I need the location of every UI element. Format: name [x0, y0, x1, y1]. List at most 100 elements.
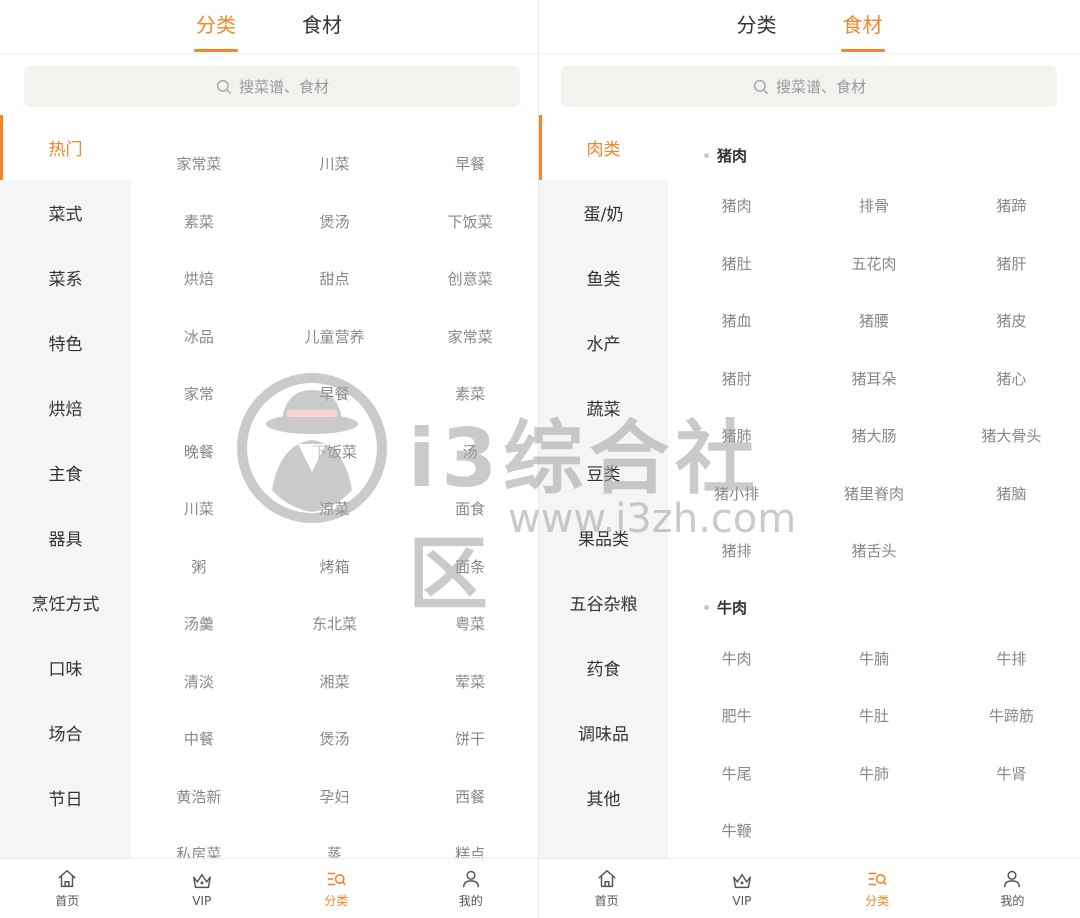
- category-item[interactable]: 煲汤: [267, 710, 403, 768]
- category-item[interactable]: 清淡: [131, 653, 267, 711]
- nav-item[interactable]: 我的: [404, 859, 539, 918]
- nav-item[interactable]: 分类: [810, 859, 945, 918]
- ingredient-item[interactable]: 猪肚: [668, 235, 805, 293]
- category-item[interactable]: 饼干: [402, 710, 538, 768]
- category-item[interactable]: 下饭菜: [402, 193, 538, 251]
- category-item[interactable]: 西餐: [402, 768, 538, 826]
- sidebar-item[interactable]: 调味品: [539, 700, 668, 765]
- ingredient-item[interactable]: 猪腰: [805, 292, 942, 350]
- sidebar-item[interactable]: 口味: [0, 635, 131, 700]
- ingredient-item[interactable]: 猪肺: [668, 407, 805, 465]
- category-item[interactable]: 东北菜: [267, 595, 403, 653]
- sidebar-item[interactable]: 蛋/奶: [539, 180, 668, 245]
- sidebar-item[interactable]: 烹饪方式: [0, 570, 131, 635]
- ingredient-item[interactable]: 猪肝: [943, 235, 1080, 293]
- ingredient-item[interactable]: 猪皮: [943, 292, 1080, 350]
- sidebar-item[interactable]: 肉类: [539, 115, 668, 180]
- ingredient-item[interactable]: 猪脑: [943, 465, 1080, 523]
- nav-item[interactable]: 首页: [0, 859, 135, 918]
- tab-ingredients[interactable]: 食材: [302, 0, 342, 53]
- sidebar-item[interactable]: 节日: [0, 765, 131, 830]
- sidebar-item[interactable]: 五谷杂粮: [539, 570, 668, 635]
- sidebar-item[interactable]: 热门: [0, 115, 131, 180]
- ingredient-item[interactable]: 猪心: [943, 350, 1080, 408]
- sidebar-item[interactable]: 场合: [0, 700, 131, 765]
- ingredient-item[interactable]: 猪耳朵: [805, 350, 942, 408]
- sidebar-item[interactable]: 菜系: [0, 245, 131, 310]
- nav-item[interactable]: VIP: [135, 859, 270, 918]
- ingredient-item[interactable]: 牛腩: [805, 630, 942, 688]
- ingredient-item[interactable]: 肥牛: [668, 687, 805, 745]
- category-item[interactable]: 川菜: [267, 135, 403, 193]
- tab-category[interactable]: 分类: [737, 0, 777, 53]
- tab-ingredients[interactable]: 食材: [840, 0, 885, 53]
- category-item[interactable]: 粤菜: [402, 595, 538, 653]
- sidebar-item[interactable]: 水产: [539, 310, 668, 375]
- ingredient-item[interactable]: 牛蹄筋: [943, 687, 1080, 745]
- category-item[interactable]: 川菜: [131, 480, 267, 538]
- sidebar-item[interactable]: 主食: [0, 440, 131, 505]
- ingredient-item[interactable]: 猪大肠: [805, 407, 942, 465]
- category-item[interactable]: 孕妇: [267, 768, 403, 826]
- ingredient-item[interactable]: 猪里脊肉: [805, 465, 942, 523]
- category-item[interactable]: 早餐: [402, 135, 538, 193]
- ingredient-item[interactable]: 牛排: [943, 630, 1080, 688]
- category-item[interactable]: 烘焙: [131, 250, 267, 308]
- sidebar-item[interactable]: 鱼类: [539, 245, 668, 310]
- sidebar-item[interactable]: 特色: [0, 310, 131, 375]
- category-item[interactable]: 家常菜: [402, 308, 538, 366]
- sidebar-item[interactable]: 蔬菜: [539, 375, 668, 440]
- category-item[interactable]: 糕点: [402, 825, 538, 858]
- ingredient-item[interactable]: 猪蹄: [943, 177, 1080, 235]
- ingredient-item[interactable]: 牛尾: [668, 745, 805, 803]
- sidebar-item[interactable]: 药食: [539, 635, 668, 700]
- sidebar-item[interactable]: 豆类: [539, 440, 668, 505]
- ingredient-item[interactable]: 猪血: [668, 292, 805, 350]
- ingredient-item[interactable]: 猪肘: [668, 350, 805, 408]
- category-item[interactable]: 家常菜: [131, 135, 267, 193]
- category-item[interactable]: 儿童营养: [267, 308, 403, 366]
- sidebar-item[interactable]: 果品类: [539, 505, 668, 570]
- ingredient-item[interactable]: 猪小排: [668, 465, 805, 523]
- category-item[interactable]: 面食: [402, 480, 538, 538]
- category-item[interactable]: 汤: [402, 423, 538, 481]
- nav-item[interactable]: 分类: [269, 859, 404, 918]
- ingredient-item[interactable]: 猪大骨头: [943, 407, 1080, 465]
- ingredient-item[interactable]: 猪排: [668, 522, 805, 580]
- category-item[interactable]: 荤菜: [402, 653, 538, 711]
- sidebar-item[interactable]: 器具: [0, 505, 131, 570]
- nav-item[interactable]: VIP: [674, 859, 809, 918]
- ingredient-item[interactable]: 牛肺: [805, 745, 942, 803]
- search-input[interactable]: 搜菜谱、食材: [561, 66, 1057, 107]
- category-item[interactable]: 下饭菜: [267, 423, 403, 481]
- ingredient-item[interactable]: 牛肾: [943, 745, 1080, 803]
- category-item[interactable]: 素菜: [131, 193, 267, 251]
- category-item[interactable]: 汤羹: [131, 595, 267, 653]
- ingredient-item[interactable]: 猪肉: [668, 177, 805, 235]
- ingredient-item[interactable]: 猪舌头: [805, 522, 942, 580]
- category-item[interactable]: 面条: [402, 538, 538, 596]
- category-item[interactable]: 烤箱: [267, 538, 403, 596]
- nav-item[interactable]: 首页: [539, 859, 674, 918]
- category-item[interactable]: 冰品: [131, 308, 267, 366]
- category-item[interactable]: 凉菜: [267, 480, 403, 538]
- category-item[interactable]: 粥: [131, 538, 267, 596]
- ingredient-item[interactable]: 牛肚: [805, 687, 942, 745]
- ingredient-item[interactable]: 五花肉: [805, 235, 942, 293]
- category-item[interactable]: 创意菜: [402, 250, 538, 308]
- nav-item[interactable]: 我的: [945, 859, 1080, 918]
- category-item[interactable]: 甜点: [267, 250, 403, 308]
- ingredient-item[interactable]: 排骨: [805, 177, 942, 235]
- sidebar-item[interactable]: 烘焙: [0, 375, 131, 440]
- search-input[interactable]: 搜菜谱、食材: [24, 66, 520, 107]
- category-item[interactable]: 湘菜: [267, 653, 403, 711]
- category-item[interactable]: 私房菜: [131, 825, 267, 858]
- ingredient-item[interactable]: 牛鞭: [668, 802, 805, 858]
- category-item[interactable]: 早餐: [267, 365, 403, 423]
- sidebar-item[interactable]: 菜式: [0, 180, 131, 245]
- category-item[interactable]: 蒸: [267, 825, 403, 858]
- category-item[interactable]: 家常: [131, 365, 267, 423]
- sidebar-item[interactable]: 其他: [539, 765, 668, 830]
- ingredient-item[interactable]: 牛肉: [668, 630, 805, 688]
- category-item[interactable]: 煲汤: [267, 193, 403, 251]
